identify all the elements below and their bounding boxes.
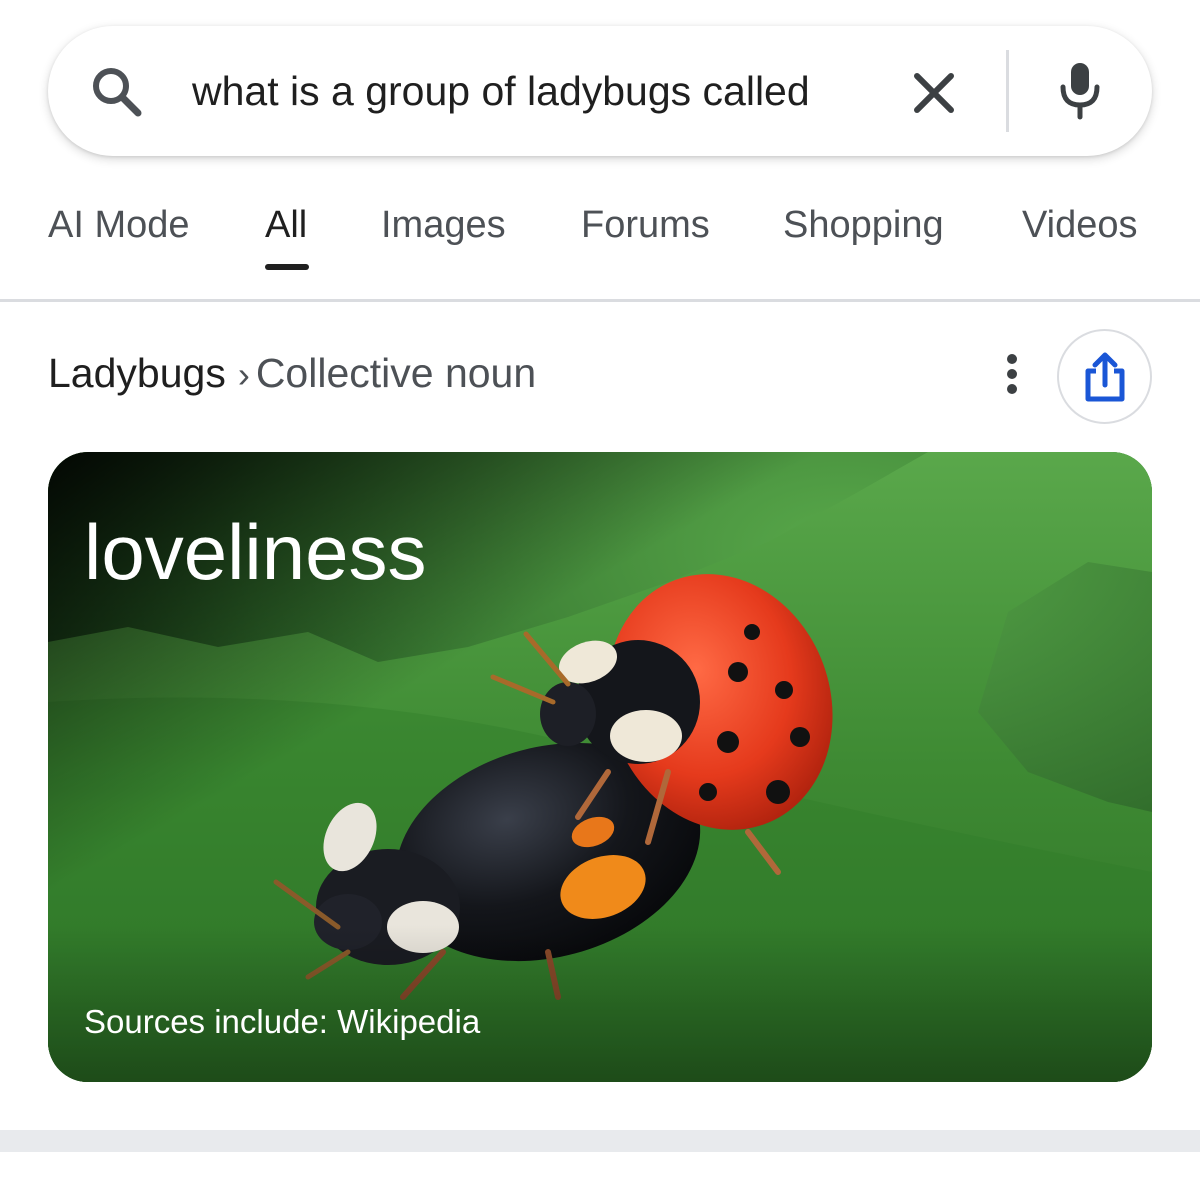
breadcrumb: Ladybugs › Collective noun — [48, 346, 536, 402]
answer-title: loveliness — [84, 508, 427, 596]
breadcrumb-separator: › — [237, 354, 250, 395]
tab-images[interactable]: Images — [381, 204, 506, 247]
tab-shopping[interactable]: Shopping — [783, 204, 944, 247]
tab-forums[interactable]: Forums — [581, 204, 710, 247]
search-tabs: AI Mode All Images Forums Shopping Video… — [0, 196, 1200, 302]
search-icon[interactable] — [88, 63, 146, 121]
more-vert-icon — [1007, 354, 1017, 394]
voice-search-button[interactable] — [1050, 56, 1110, 126]
tab-all[interactable]: All — [265, 204, 307, 247]
share-button[interactable] — [1057, 329, 1152, 424]
breadcrumb-attribute: Collective noun — [255, 350, 537, 396]
breadcrumb-topic[interactable]: Ladybugs — [48, 350, 226, 396]
share-icon — [1085, 352, 1124, 401]
more-options-button[interactable] — [992, 352, 1032, 396]
answer-sources[interactable]: Sources include: Wikipedia — [84, 1000, 480, 1044]
active-tab-indicator — [265, 264, 309, 270]
search-input[interactable]: what is a group of ladybugs called — [192, 56, 904, 126]
search-query-text: what is a group of ladybugs called — [192, 68, 810, 114]
search-bar[interactable]: what is a group of ladybugs called — [48, 26, 1152, 156]
mic-icon — [1060, 63, 1100, 120]
close-icon — [914, 73, 954, 113]
tab-ai-mode[interactable]: AI Mode — [48, 204, 190, 247]
answer-card[interactable]: loveliness Sources include: Wikipedia — [48, 452, 1152, 1082]
clear-search-button[interactable] — [904, 63, 964, 123]
section-divider — [0, 1130, 1200, 1152]
search-divider — [1006, 50, 1009, 132]
tab-videos[interactable]: Videos — [1022, 204, 1138, 247]
